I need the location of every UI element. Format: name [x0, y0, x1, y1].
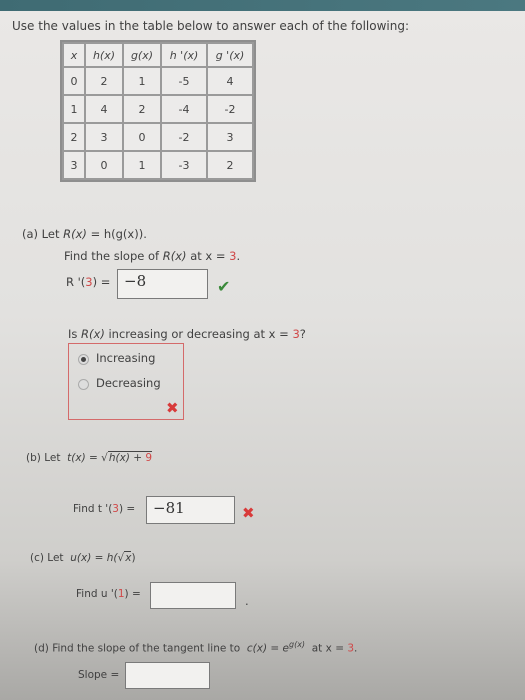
column-header: g(x)	[124, 44, 160, 66]
table-cell: 1	[64, 96, 84, 122]
table-row: 1 4 2 -4 -2	[64, 96, 252, 122]
part-a-statement: (a) Let R(x) = h(g(x)).	[22, 227, 147, 241]
table-cell: 3	[86, 124, 122, 150]
column-header: h(x)	[86, 44, 122, 66]
table-cell: -2	[208, 96, 252, 122]
part-c-statement: (c) Let u(x) = h(√x)	[30, 551, 136, 564]
slope-label: Slope =	[78, 669, 120, 681]
option-label[interactable]: Increasing	[96, 351, 155, 365]
top-bar	[0, 0, 525, 11]
table-cell: -4	[162, 96, 206, 122]
part-d-slope-input[interactable]	[125, 662, 210, 689]
table-cell: -5	[162, 68, 206, 94]
option-label[interactable]: Decreasing	[96, 376, 161, 390]
column-header: h '(x)	[162, 44, 206, 66]
table-row: 2 3 0 -2 3	[64, 124, 252, 150]
instructions: Use the values in the table below to ans…	[12, 19, 410, 33]
table-cell: 4	[208, 68, 252, 94]
column-header: g '(x)	[208, 44, 252, 66]
table-cell: 4	[86, 96, 122, 122]
part-b-statement: (b) Let t(x) = √h(x) + 9	[26, 451, 153, 464]
table-cell: 2	[124, 96, 160, 122]
table-cell: 0	[64, 68, 84, 94]
values-table: x h(x) g(x) h '(x) g '(x) 0 2 1 -5 4 1 4…	[60, 40, 256, 182]
part-a-answer-input[interactable]: −8	[117, 269, 208, 299]
table-cell: 2	[64, 124, 84, 150]
sqrt-symbol: √	[101, 452, 108, 464]
part-b-answer-input[interactable]: −81	[146, 496, 235, 524]
table-cell: -3	[162, 152, 206, 178]
part-a-find: Find the slope of R(x) at x = 3.	[64, 249, 241, 263]
table-cell: 1	[124, 68, 160, 94]
trailing-period: .	[245, 594, 249, 608]
table-cell: 3	[64, 152, 84, 178]
part-a-answer-label: R '(3) =	[66, 275, 111, 289]
radio-increasing[interactable]	[78, 354, 89, 365]
table-cell: 2	[86, 68, 122, 94]
table-cell: -2	[162, 124, 206, 150]
table-cell: 2	[208, 152, 252, 178]
part-c-find: Find u '(1) =	[76, 588, 141, 600]
table-row: 3 0 1 -3 2	[64, 152, 252, 178]
checkmark-icon: ✔	[217, 277, 231, 296]
cross-icon: ✖	[242, 504, 255, 522]
table-header-row: x h(x) g(x) h '(x) g '(x)	[64, 44, 252, 66]
part-a-question2: Is R(x) increasing or decreasing at x = …	[68, 327, 306, 341]
table-cell: 3	[208, 124, 252, 150]
table-cell: 0	[124, 124, 160, 150]
table-row: 0 2 1 -5 4	[64, 68, 252, 94]
part-d-statement: (d) Find the slope of the tangent line t…	[34, 640, 358, 655]
cross-icon: ✖	[166, 399, 179, 417]
table-cell: 0	[86, 152, 122, 178]
increase-decrease-choice-group: Increasing Decreasing ✖	[68, 343, 184, 420]
radio-decreasing[interactable]	[78, 379, 89, 390]
part-b-find: Find t '(3) =	[73, 503, 136, 515]
part-c-answer-input[interactable]	[150, 582, 236, 609]
column-header: x	[64, 44, 84, 66]
table-cell: 1	[124, 152, 160, 178]
